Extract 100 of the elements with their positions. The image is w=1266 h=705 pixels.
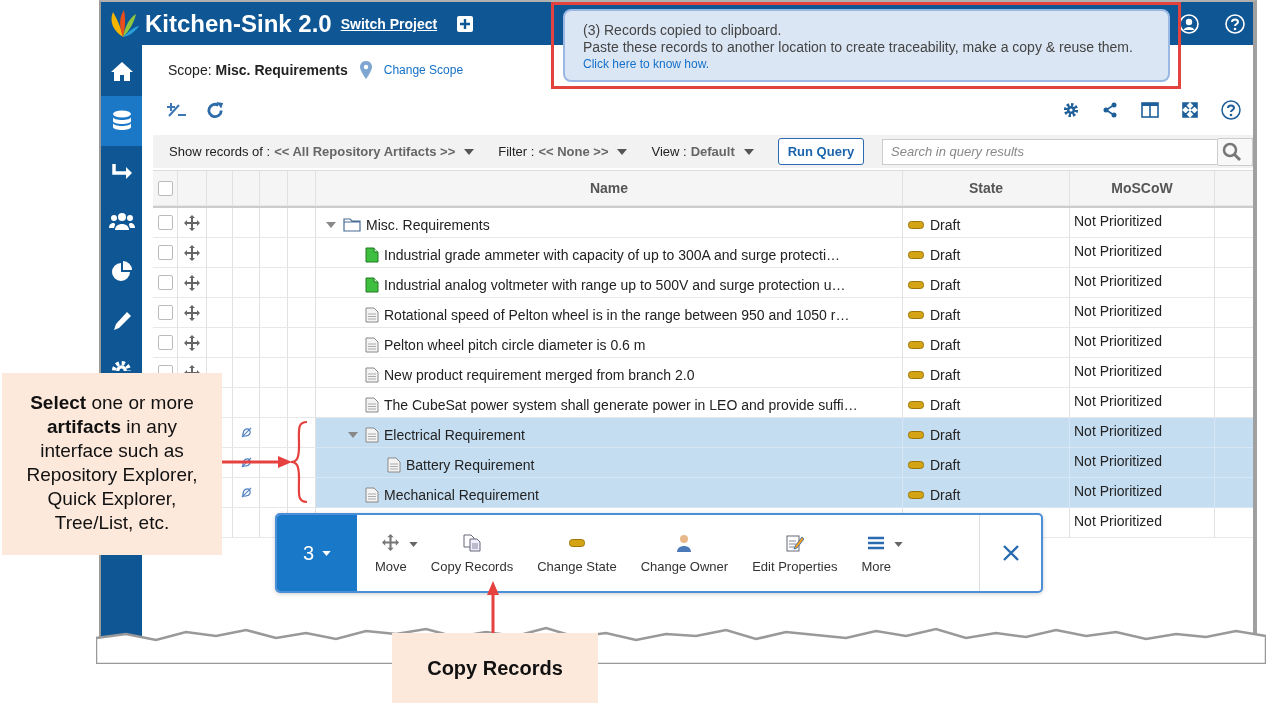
arrow-icon bbox=[110, 162, 133, 180]
help-icon[interactable] bbox=[1221, 100, 1241, 120]
row-name: Pelton wheel pitch circle diameter is 0.6 m bbox=[384, 336, 646, 353]
checkbox[interactable] bbox=[157, 215, 173, 230]
action-button[interactable]: More bbox=[849, 532, 904, 574]
change-scope-link[interactable]: Change Scope bbox=[383, 63, 464, 77]
moscow-label: Not Prioritized bbox=[1074, 453, 1162, 469]
table-row[interactable]: Electrical Requirement Draft Not Prioritized bbox=[316, 418, 1253, 448]
action-button[interactable]: Change Owner bbox=[628, 532, 741, 574]
checkbox[interactable] bbox=[157, 305, 173, 320]
row-name: Rotational speed of Pelton wheel is in the range between 950 and 1050 r… bbox=[384, 306, 850, 323]
toast-message: Paste these records to another location to create traceability, make a copy & reuse them. bbox=[583, 39, 1134, 56]
row-name: Electrical Requirement bbox=[384, 426, 525, 443]
run-query-button[interactable]: Run Query bbox=[777, 138, 865, 165]
document-icon bbox=[365, 366, 379, 383]
draft-state-icon bbox=[908, 340, 924, 349]
query-dropdown[interactable]: View : Default bbox=[651, 144, 754, 159]
table-row[interactable]: New product requirement merged from branch 2.0 Draft Not Prioritized bbox=[316, 358, 1253, 388]
column-header[interactable]: State bbox=[968, 180, 1004, 196]
users-icon bbox=[108, 212, 135, 230]
home-icon bbox=[109, 60, 134, 82]
moscow-label: Not Prioritized bbox=[1074, 363, 1162, 379]
search-field[interactable]: Search in query results bbox=[882, 138, 1218, 165]
switch-project-link[interactable]: Switch Project bbox=[340, 15, 438, 32]
callout-tooltip: Select one or more artifacts in any interface such as Repository Explorer, Quick Explorer, Tree/List, etc. bbox=[2, 373, 222, 555]
query-dropdown[interactable]: Show records of : << All Repository Artifacts >> bbox=[169, 144, 475, 159]
state-label: Draft bbox=[930, 336, 961, 353]
dropdown-caret-icon bbox=[743, 148, 754, 155]
moscow-label: Not Prioritized bbox=[1074, 243, 1162, 259]
row-name: The CubeSat power system shall generate power in LEO and provide suffi… bbox=[384, 396, 858, 413]
table-row[interactable]: Battery Requirement Draft Not Prioritized bbox=[316, 448, 1253, 478]
move-icon[interactable] bbox=[184, 214, 200, 231]
pie-chart-icon bbox=[110, 260, 133, 282]
draft-state-icon bbox=[908, 220, 924, 229]
columns-icon[interactable] bbox=[1141, 102, 1159, 118]
action-button[interactable]: Move bbox=[363, 532, 419, 574]
document-icon bbox=[387, 456, 401, 473]
action-button[interactable]: Change State bbox=[525, 532, 629, 574]
state-label: Draft bbox=[930, 426, 961, 443]
draft-state-icon bbox=[908, 280, 924, 289]
draft-state-icon bbox=[908, 490, 924, 499]
fullscreen-icon[interactable] bbox=[1182, 102, 1198, 118]
share-icon[interactable] bbox=[1102, 102, 1118, 118]
row-name: Battery Requirement bbox=[406, 456, 535, 473]
state-label: Draft bbox=[930, 306, 961, 323]
search-button[interactable] bbox=[1218, 137, 1253, 166]
document-icon bbox=[365, 486, 379, 503]
move-icon[interactable] bbox=[184, 304, 200, 321]
table-row[interactable]: Pelton wheel pitch circle diameter is 0.6 m Draft Not Prioritized bbox=[316, 328, 1253, 358]
query-dropdown[interactable]: Filter : << None >> bbox=[498, 144, 628, 159]
moscow-label: Not Prioritized bbox=[1074, 393, 1162, 409]
moscow-label: Not Prioritized bbox=[1074, 303, 1162, 319]
draft-state-icon bbox=[568, 538, 585, 547]
table-row[interactable]: The CubeSat power system shall generate power in LEO and provide suffi… Draft Not Prioritized bbox=[316, 388, 1253, 418]
column-header[interactable]: MoSCoW bbox=[1111, 180, 1173, 196]
move-icon[interactable] bbox=[184, 334, 200, 351]
expand-caret-icon[interactable] bbox=[348, 429, 358, 440]
refresh-icon[interactable] bbox=[206, 100, 225, 120]
settings-icon bbox=[112, 361, 131, 371]
moscow-label: Not Prioritized bbox=[1074, 333, 1162, 349]
selection-count-button[interactable]: 3 bbox=[277, 515, 357, 591]
unlink-icon bbox=[240, 427, 252, 438]
dropdown-caret-icon bbox=[617, 148, 628, 155]
row-name: New product requirement merged from branch 2.0 bbox=[384, 366, 695, 383]
dropdown-caret-icon bbox=[894, 541, 904, 547]
state-label: Draft bbox=[930, 216, 961, 233]
table-row[interactable]: Industrial grade ammeter with capacity of up to 300A and surge protecti… Draft Not Prioritized bbox=[316, 238, 1253, 268]
table-row[interactable]: Rotational speed of Pelton wheel is in the range between 950 and 1050 r… Draft Not Prioritized bbox=[316, 298, 1253, 328]
checkbox[interactable] bbox=[157, 245, 173, 260]
checkbox[interactable] bbox=[157, 275, 173, 290]
action-button[interactable]: Edit Properties bbox=[740, 532, 850, 574]
checkbox[interactable] bbox=[157, 335, 173, 350]
add-icon[interactable] bbox=[457, 15, 474, 32]
search-icon bbox=[1222, 141, 1242, 162]
checkbox[interactable] bbox=[157, 180, 173, 196]
user-icon[interactable] bbox=[1179, 13, 1199, 34]
document-icon bbox=[365, 426, 379, 443]
state-label: Draft bbox=[930, 486, 961, 503]
know-how-link[interactable]: Click here to know how. bbox=[583, 57, 1168, 71]
document-icon bbox=[365, 396, 379, 413]
edit-icon bbox=[785, 533, 804, 552]
folder-icon bbox=[343, 217, 361, 232]
table-row[interactable]: Misc. Requirements Draft Not Prioritized bbox=[316, 208, 1253, 238]
action-button[interactable]: Copy Records bbox=[418, 532, 526, 574]
column-header[interactable]: Name bbox=[589, 180, 629, 196]
unlink-icon bbox=[240, 487, 252, 498]
document-icon bbox=[365, 246, 379, 263]
move-icon[interactable] bbox=[184, 244, 200, 261]
sidebar-item[interactable] bbox=[101, 96, 142, 146]
state-label: Draft bbox=[930, 366, 961, 383]
expand-caret-icon[interactable] bbox=[326, 219, 336, 230]
draft-state-icon bbox=[908, 400, 924, 409]
table-row[interactable]: Industrial analog voltmeter with range up to 500V and surge protection u… Draft Not Prioritized bbox=[316, 268, 1253, 298]
expand-collapse-icon[interactable] bbox=[167, 102, 187, 118]
settings-icon[interactable] bbox=[1063, 102, 1079, 118]
table-row[interactable]: Mechanical Requirement Draft Not Prioritized bbox=[316, 478, 1253, 508]
move-icon[interactable] bbox=[184, 274, 200, 291]
toast-title: (3) Records copied to clipboard. bbox=[583, 22, 783, 39]
scope-label: Scope: Misc. Requirements bbox=[168, 62, 348, 78]
state-label: Draft bbox=[930, 396, 961, 413]
